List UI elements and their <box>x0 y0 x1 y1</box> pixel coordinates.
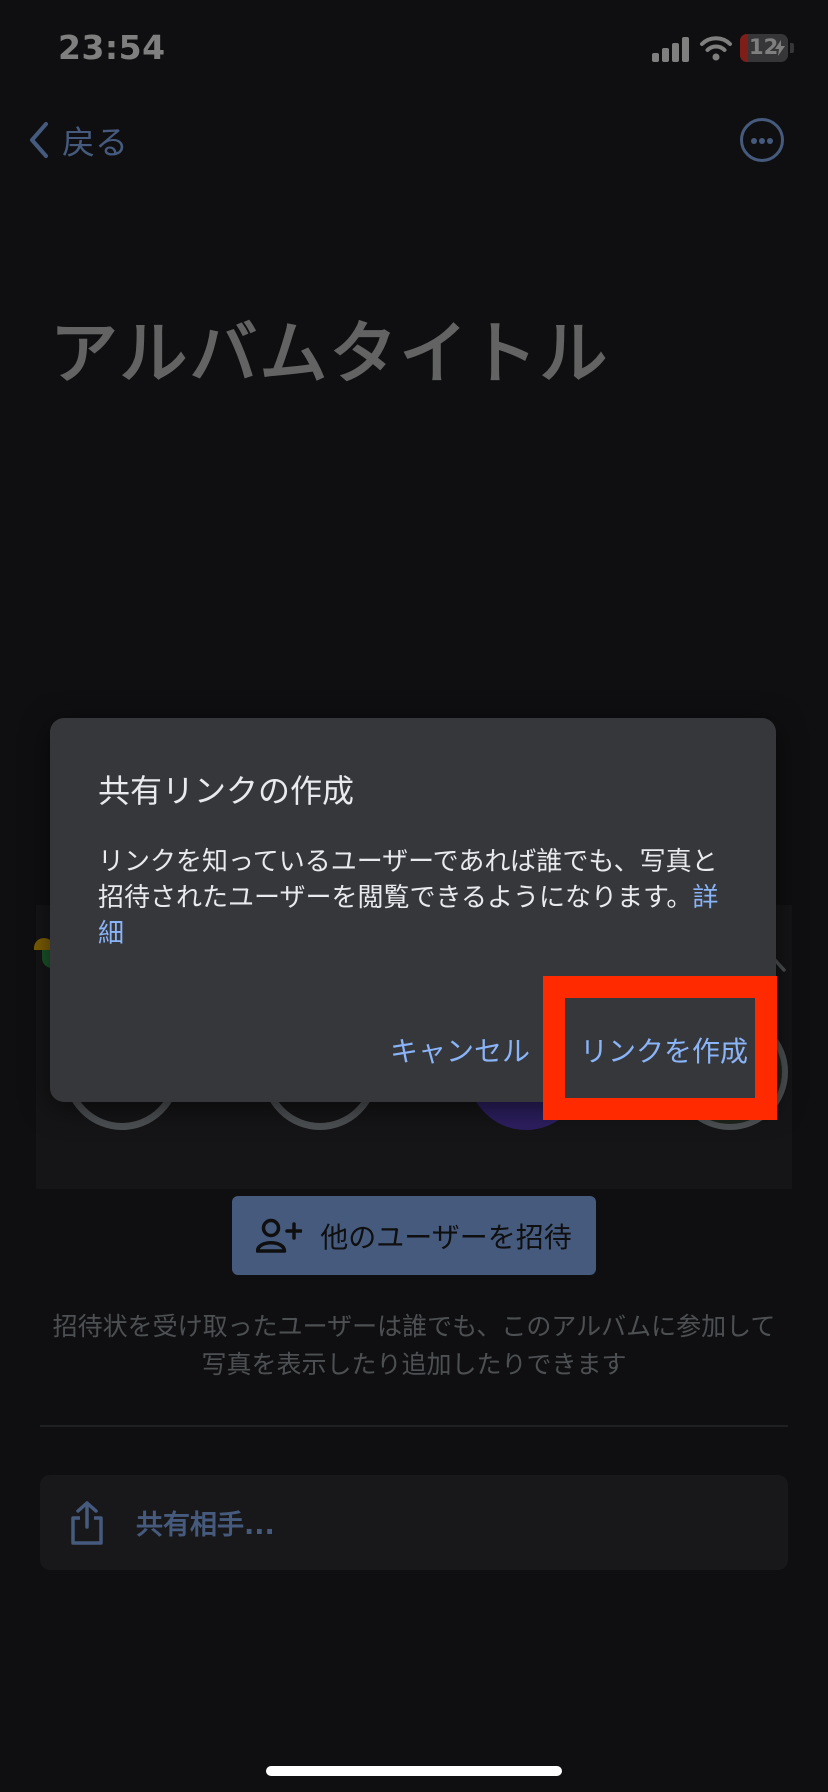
home-indicator[interactable] <box>266 1766 562 1776</box>
dialog-body-text: リンクを知っているユーザーであれば誰でも、写真と招待されたユーザーを閲覧できるよ… <box>98 847 718 913</box>
dialog-title: 共有リンクの作成 <box>98 772 355 810</box>
highlight-annotation <box>543 976 777 1120</box>
dialog-body: リンクを知っているユーザーであれば誰でも、写真と招待されたユーザーを閲覧できるよ… <box>98 844 740 952</box>
cancel-button[interactable]: キャンセル <box>390 1030 530 1070</box>
